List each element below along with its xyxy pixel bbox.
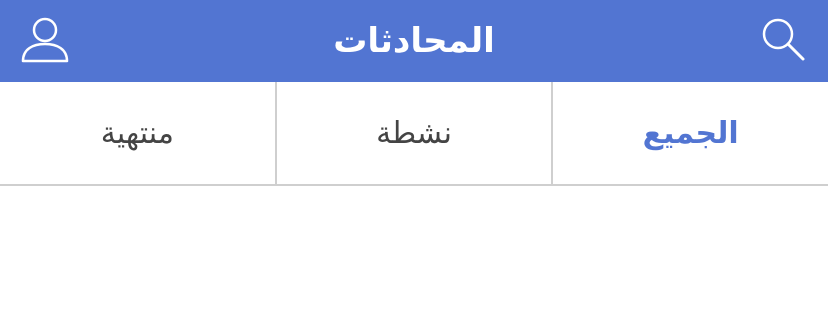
conversation-filter-tabs: منتهية نشطة الجميع (0, 82, 828, 186)
tab-all[interactable]: الجميع (551, 82, 828, 184)
search-button[interactable] (738, 0, 828, 82)
top-bar: المحادثات (0, 0, 828, 82)
page-title: المحادثات (333, 21, 495, 61)
conversation-list (0, 186, 828, 330)
tab-ended[interactable]: منتهية (0, 82, 275, 184)
search-icon (759, 15, 807, 67)
tab-active[interactable]: نشطة (274, 82, 552, 184)
